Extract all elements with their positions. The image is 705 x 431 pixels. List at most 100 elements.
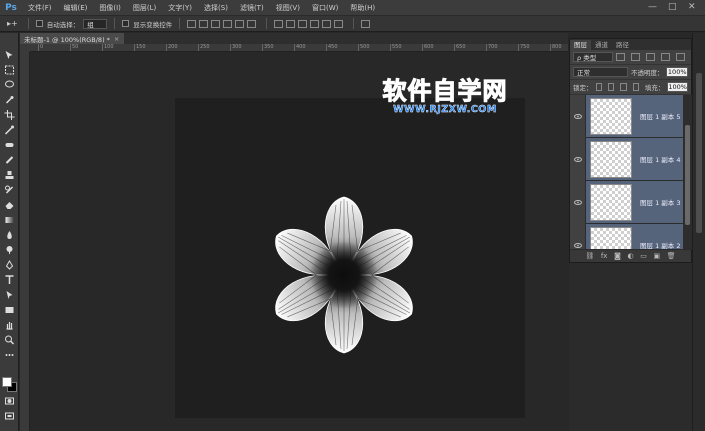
layer-name[interactable]: 图层 1 副本 4 — [640, 154, 680, 164]
align-bottom-icon[interactable] — [211, 19, 221, 28]
align-left-icon[interactable] — [223, 19, 233, 28]
menu-filter[interactable]: 滤镜(T) — [234, 3, 270, 13]
brush-tool-icon[interactable] — [3, 154, 16, 165]
blend-mode-select[interactable]: 正常 — [573, 67, 628, 77]
hand-tool-icon[interactable] — [3, 319, 16, 330]
history-brush-tool-icon[interactable] — [3, 184, 16, 195]
close-window-button[interactable]: ✕ — [688, 2, 696, 12]
quick-mask-icon[interactable] — [3, 395, 16, 406]
menu-help[interactable]: 帮助(H) — [344, 3, 381, 13]
move-tool-preset[interactable]: ▸+ — [4, 19, 21, 28]
ruler-tick: 450 — [326, 44, 338, 51]
opacity-input[interactable]: 100% — [666, 67, 688, 77]
auto-select-dropdown[interactable]: 组 — [83, 18, 108, 29]
eye-icon[interactable] — [570, 223, 586, 250]
distribute-left-icon[interactable] — [310, 19, 320, 28]
eye-icon[interactable] — [570, 95, 586, 138]
filter-kind-select[interactable]: ρ 类型 — [573, 52, 613, 62]
eye-icon[interactable] — [570, 137, 586, 181]
window-scrollbar[interactable] — [692, 33, 705, 431]
pen-tool-icon[interactable] — [3, 259, 16, 270]
document-tab[interactable]: 未标题-1 @ 100%(RGB/8) * × — [20, 33, 124, 44]
layer-row[interactable]: 图层 1 副本 5 — [570, 95, 683, 138]
add-mask-icon[interactable]: ◙ — [614, 252, 621, 260]
zoom-tool-icon[interactable] — [3, 334, 16, 345]
foreground-color-swatch[interactable] — [2, 377, 12, 387]
eye-icon[interactable] — [570, 180, 586, 224]
lock-image-icon[interactable] — [607, 83, 615, 91]
tab-paths[interactable]: 路径 — [612, 40, 633, 50]
crop-tool-icon[interactable] — [3, 109, 16, 120]
ruler-tick: 650 — [454, 44, 466, 51]
more-tools-icon[interactable] — [3, 349, 16, 360]
new-layer-icon[interactable]: ▣ — [653, 252, 660, 260]
tab-layers[interactable]: 图层 — [570, 40, 591, 50]
marquee-tool-icon[interactable] — [3, 64, 16, 75]
menu-view[interactable]: 视图(V) — [270, 3, 306, 13]
filter-pixel-icon[interactable] — [616, 53, 625, 61]
menu-layer[interactable]: 图层(L) — [127, 3, 162, 13]
menu-image[interactable]: 图像(I) — [93, 3, 127, 13]
layer-row[interactable]: 图层 1 副本 4 — [570, 137, 683, 181]
menu-type[interactable]: 文字(Y) — [162, 3, 198, 13]
ruler-tick: 250 — [198, 44, 210, 51]
align-right-icon[interactable] — [247, 19, 257, 28]
menu-select[interactable]: 选择(S) — [198, 3, 234, 13]
menu-file[interactable]: 文件(F) — [22, 3, 58, 13]
new-group-icon[interactable]: ▭ — [640, 252, 647, 260]
distribute-hcenter-icon[interactable] — [322, 19, 332, 28]
auto-select-checkbox[interactable] — [35, 20, 43, 27]
screen-mode-icon[interactable] — [3, 410, 16, 421]
eyedropper-tool-icon[interactable] — [3, 124, 16, 135]
layers-scrollbar[interactable] — [683, 95, 692, 250]
layer-style-icon[interactable]: fx — [601, 252, 608, 260]
layer-name[interactable]: 图层 1 副本 5 — [640, 111, 680, 121]
clone-stamp-tool-icon[interactable] — [3, 169, 16, 180]
lock-all-icon[interactable] — [632, 83, 639, 91]
filter-type-icon[interactable] — [646, 53, 655, 61]
menu-window[interactable]: 窗口(W) — [306, 3, 344, 13]
filter-adjust-icon[interactable] — [631, 53, 640, 61]
scrollbar-thumb[interactable] — [696, 73, 702, 233]
eraser-tool-icon[interactable] — [3, 199, 16, 210]
lock-transparency-icon[interactable] — [595, 83, 602, 91]
app-logo: Ps — [5, 2, 17, 13]
dodge-tool-icon[interactable] — [3, 244, 16, 255]
align-hcenter-icon[interactable] — [235, 19, 245, 28]
healing-brush-tool-icon[interactable] — [3, 139, 16, 150]
delete-layer-icon[interactable]: 🗑 — [667, 252, 676, 260]
gradient-tool-icon[interactable] — [3, 214, 16, 225]
show-transform-checkbox[interactable] — [122, 20, 130, 27]
align-top-icon[interactable] — [187, 19, 197, 28]
filter-smart-icon[interactable] — [676, 53, 685, 61]
type-tool-icon[interactable] — [3, 274, 16, 285]
path-select-tool-icon[interactable] — [3, 289, 16, 300]
layer-row[interactable]: 图层 1 副本 2 — [570, 223, 683, 250]
distribute-right-icon[interactable] — [334, 19, 344, 28]
link-layers-icon[interactable]: ⛓ — [585, 252, 594, 260]
canvas[interactable] — [175, 98, 525, 418]
menu-edit[interactable]: 编辑(E) — [58, 3, 94, 13]
close-document-icon[interactable]: × — [114, 35, 119, 43]
layer-name[interactable]: 图层 1 副本 3 — [640, 197, 680, 207]
fill-input[interactable]: 100% — [667, 82, 688, 92]
minimize-button[interactable]: — — [648, 2, 657, 12]
distribute-top-icon[interactable] — [274, 19, 284, 28]
distribute-bottom-icon[interactable] — [298, 19, 308, 28]
adjustment-layer-icon[interactable]: ◐ — [627, 252, 633, 260]
quick-select-tool-icon[interactable] — [3, 94, 16, 105]
shape-tool-icon[interactable] — [3, 304, 16, 315]
lock-position-icon[interactable] — [620, 83, 627, 91]
restore-button[interactable]: □ — [668, 2, 677, 12]
layer-row[interactable]: 图层 1 副本 3 — [570, 180, 683, 224]
move-tool-icon[interactable] — [3, 49, 16, 60]
align-vcenter-icon[interactable] — [199, 19, 209, 28]
filter-shape-icon[interactable] — [661, 53, 670, 61]
scrollbar-thumb[interactable] — [685, 125, 690, 225]
blur-tool-icon[interactable] — [3, 229, 16, 240]
distribute-vcenter-icon[interactable] — [286, 19, 296, 28]
lasso-tool-icon[interactable] — [3, 79, 16, 90]
auto-align-icon[interactable] — [361, 19, 371, 28]
tab-channels[interactable]: 通道 — [591, 40, 612, 50]
align-icons — [187, 19, 259, 28]
